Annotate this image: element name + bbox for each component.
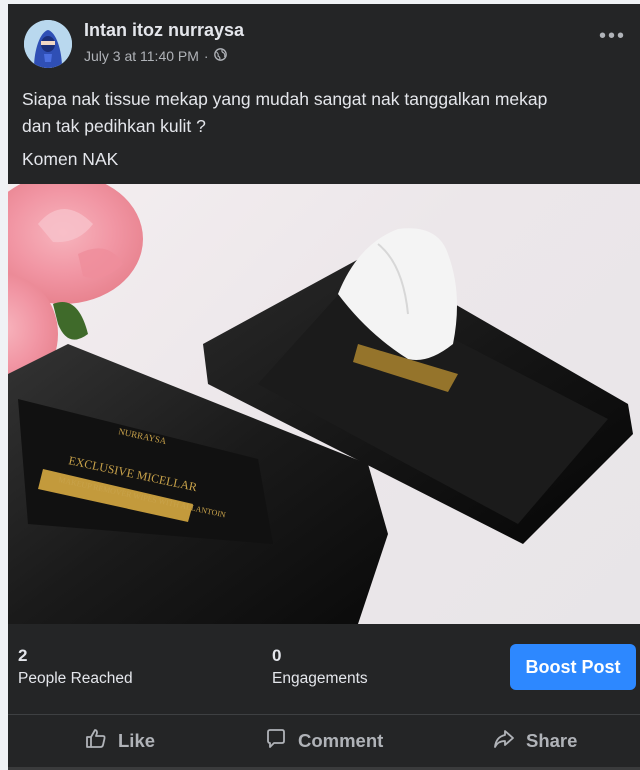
post-photo[interactable]: EXCLUSIVE MICELLAR MAKEUP REMOVER WIPES … [8,184,640,624]
globe-icon [213,48,227,64]
people-reached-label: People Reached [18,670,133,687]
post-text: Siapa nak tissue mekap yang mudah sangat… [22,86,632,140]
people-reached-count: 2 [18,646,28,665]
avatar-image [24,20,72,68]
like-button[interactable]: Like [84,715,155,767]
share-button[interactable]: Share [492,715,577,767]
post-insights: 2 People Reached 0 Engagements Boost Pos… [8,624,640,712]
post-text-line: dan tak pedihkan kulit ? [22,116,206,136]
engagements-label: Engagements [272,670,368,687]
author-name[interactable]: Intan itoz nurraysa [84,20,244,41]
post-actions: Like Comment Share [8,715,640,767]
post-card: Intan itoz nurraysa July 3 at 11:40 PM ·… [8,4,640,770]
thumbs-up-icon [84,727,108,756]
rose-leaf [53,302,88,340]
share-label: Share [526,730,578,751]
product-photo: EXCLUSIVE MICELLAR MAKEUP REMOVER WIPES … [8,184,633,624]
more-options-icon[interactable]: ••• [599,26,626,46]
post-text-line: Siapa nak tissue mekap yang mudah sangat… [22,89,548,109]
meta-separator: · [203,48,209,64]
post-text-comment: Komen NAK [22,149,119,169]
post-meta: July 3 at 11:40 PM · [84,48,227,64]
like-label: Like [118,730,156,751]
post-timestamp[interactable]: July 3 at 11:40 PM [84,48,199,64]
post-header: Intan itoz nurraysa July 3 at 11:40 PM ·… [8,4,640,80]
boost-post-button[interactable]: Boost Post [510,644,636,690]
comment-icon [264,727,288,756]
engagements-count: 0 [272,646,282,665]
share-icon [492,727,516,756]
avatar[interactable] [24,20,72,68]
comment-button[interactable]: Comment [264,715,383,767]
comment-label: Comment [298,730,384,751]
